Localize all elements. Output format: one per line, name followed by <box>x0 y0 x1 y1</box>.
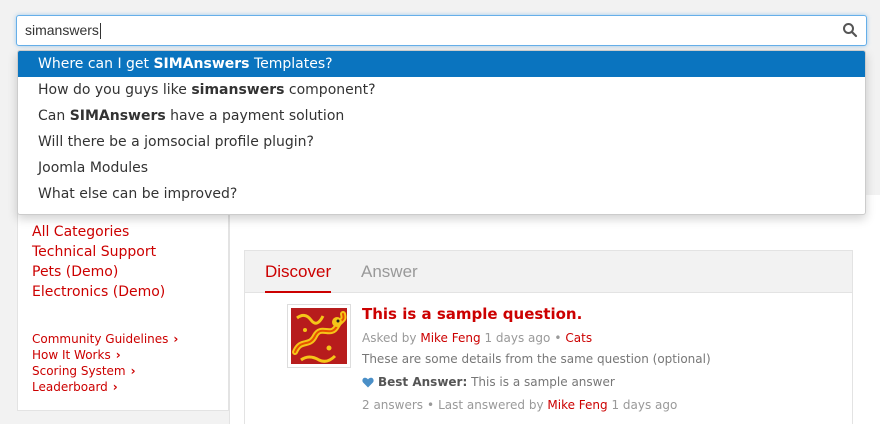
suggestion-text: Templates? <box>249 56 333 72</box>
category-electronics[interactable]: Electronics (Demo) <box>32 282 165 302</box>
category-pets[interactable]: Pets (Demo) <box>32 262 165 282</box>
question-meta: Asked by Mike Feng 1 days ago • Cats <box>362 331 592 345</box>
suggestion-match: SIMAnswers <box>69 108 166 124</box>
best-answer-label: Best Answer: <box>378 375 468 389</box>
category-all[interactable]: All Categories <box>32 222 165 242</box>
separator-dot: • <box>427 398 435 412</box>
separator-dot: • <box>554 331 562 345</box>
best-answer: Best Answer: This is a sample answer <box>362 375 615 389</box>
suggestion-item[interactable]: How do you guys like simanswers componen… <box>18 77 865 103</box>
page: simanswers All Categories Technical Supp… <box>0 0 880 424</box>
suggestion-match: SIMAnswers <box>153 56 250 72</box>
suggestion-text: Joomla Modules <box>38 160 149 176</box>
suggestion-item[interactable]: What else can be improved? <box>18 181 865 207</box>
suggestion-item[interactable]: Where can I get SIMAnswers Templates? <box>18 51 865 77</box>
last-answered-label: Last answered by <box>438 398 544 412</box>
question-details: These are some details from the same que… <box>362 352 711 366</box>
category-technical-support[interactable]: Technical Support <box>32 242 165 262</box>
answers-count[interactable]: 2 answers <box>362 398 423 412</box>
dragon-avatar-image <box>291 308 347 364</box>
main-content: Discover Answer This is a sample questio… <box>229 195 880 424</box>
chevron-right-icon: › <box>115 348 121 362</box>
suggestion-text: component? <box>284 82 376 98</box>
suggestion-text: have a payment solution <box>165 108 345 124</box>
search-icon[interactable] <box>842 22 858 38</box>
question-footer: 2 answers • Last answered by Mike Feng 1 d… <box>362 398 677 412</box>
asked-time: 1 days ago <box>484 331 551 345</box>
questions-box: Discover Answer This is a sample questio… <box>244 250 853 424</box>
link-how-it-works[interactable]: How It Works › <box>32 347 178 363</box>
question-avatar[interactable] <box>287 304 351 368</box>
search-input[interactable]: simanswers <box>25 16 101 45</box>
chevron-right-icon: › <box>112 380 118 394</box>
link-label: Community Guidelines <box>32 332 169 346</box>
link-leaderboard[interactable]: Leaderboard › <box>32 379 178 395</box>
info-links: Community Guidelines › How It Works › Scor… <box>32 331 178 395</box>
suggestion-item[interactable]: Joomla Modules <box>18 155 865 181</box>
heart-icon <box>362 377 374 388</box>
suggestion-text: Where can I get <box>38 56 154 72</box>
suggestion-text: Can <box>38 108 70 124</box>
text-caret <box>99 23 101 40</box>
question-title[interactable]: This is a sample question. <box>362 305 582 323</box>
suggestion-match: simanswers <box>191 82 285 98</box>
last-answered-time: 1 days ago <box>611 398 678 412</box>
search-suggestions: Where can I get SIMAnswers Templates? Ho… <box>17 50 866 215</box>
link-community-guidelines[interactable]: Community Guidelines › <box>32 331 178 347</box>
last-answered-author[interactable]: Mike Feng <box>547 398 607 412</box>
search-input-value: simanswers <box>25 22 99 38</box>
link-scoring-system[interactable]: Scoring System › <box>32 363 178 379</box>
link-label: Leaderboard <box>32 380 108 394</box>
search-box[interactable]: simanswers <box>16 15 867 46</box>
suggestion-text: What else can be improved? <box>38 186 238 202</box>
best-answer-text: This is a sample answer <box>471 375 615 389</box>
link-label: Scoring System <box>32 364 126 378</box>
suggestion-item[interactable]: Will there be a jomsocial profile plugin… <box>18 129 865 155</box>
suggestion-text: Will there be a jomsocial profile plugin… <box>38 134 314 150</box>
asked-by-label: Asked by <box>362 331 417 345</box>
question-category[interactable]: Cats <box>565 331 592 345</box>
tab-answer[interactable]: Answer <box>361 262 418 282</box>
tab-discover[interactable]: Discover <box>265 262 332 293</box>
question-author[interactable]: Mike Feng <box>420 331 480 345</box>
tabs-bar: Discover Answer <box>245 251 852 293</box>
suggestion-text: How do you guys like <box>38 82 192 98</box>
chevron-right-icon: › <box>173 332 179 346</box>
category-list: All Categories Technical Support Pets (D… <box>32 222 165 302</box>
suggestion-item[interactable]: Can SIMAnswers have a payment solution <box>18 103 865 129</box>
link-label: How It Works <box>32 348 111 362</box>
sidebar: All Categories Technical Support Pets (D… <box>17 195 229 411</box>
chevron-right-icon: › <box>130 364 136 378</box>
